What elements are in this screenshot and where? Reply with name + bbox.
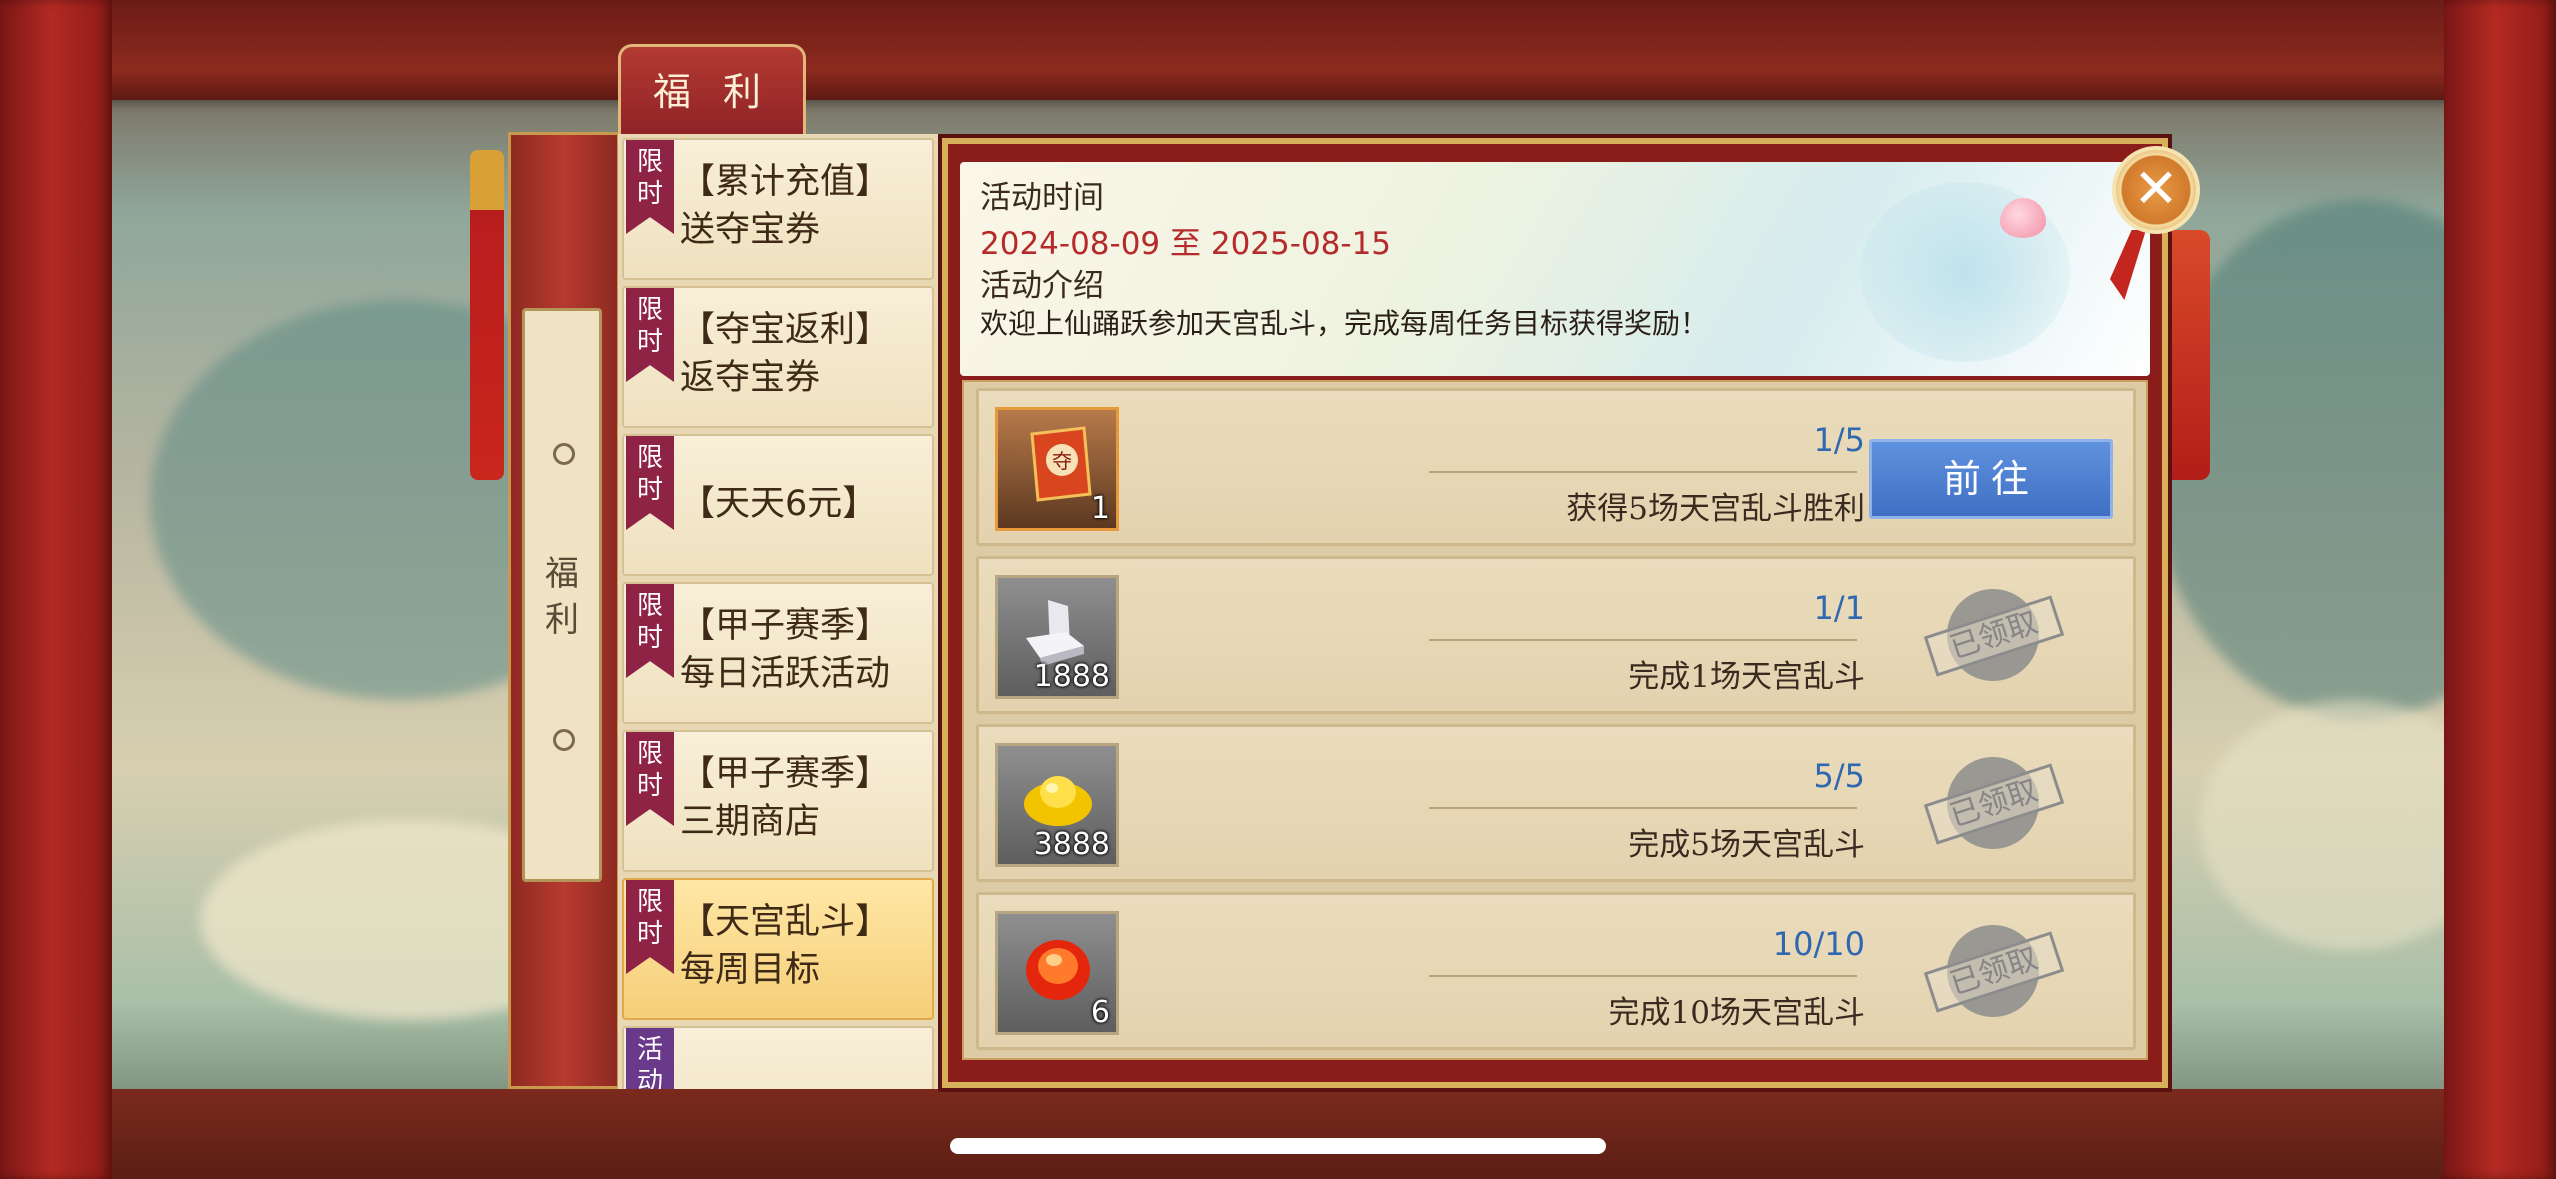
scroll-knot-icon bbox=[553, 729, 575, 751]
lantern-tassel-decoration bbox=[470, 150, 504, 480]
activity-title: 【夺宝返利】 返夺宝券 bbox=[680, 310, 891, 398]
tab-welfare[interactable]: 福 利 bbox=[618, 44, 806, 134]
reward-quantity: 6 bbox=[1090, 995, 1110, 1030]
limited-badge: 限 时 bbox=[626, 732, 674, 826]
divider bbox=[1429, 807, 1857, 809]
task-row: 6 10/10 完成10场天宫乱斗 已领取 bbox=[976, 892, 2136, 1050]
red-gem-icon bbox=[1026, 940, 1090, 1000]
claimed-stamp: 已领取 bbox=[1923, 753, 2077, 853]
task-list[interactable]: 夺 1 1/5 获得5场天宫乱斗胜利 前往 1888 1/1 完成1场天宫乱斗 … bbox=[962, 380, 2148, 1060]
left-pillar bbox=[0, 0, 112, 1179]
floor bbox=[0, 1089, 2556, 1179]
task-description: 完成10场天宫乱斗 bbox=[1608, 995, 1865, 1031]
activity-list-item[interactable]: 限 时 【夺宝返利】 返夺宝券 bbox=[622, 286, 934, 428]
scroll-knot-icon bbox=[553, 443, 575, 465]
home-indicator[interactable] bbox=[950, 1138, 1606, 1154]
activity-title: 【甲子赛季】 每日活跃活动 bbox=[680, 606, 891, 694]
activity-list-item[interactable]: 活 动 bbox=[622, 1026, 934, 1089]
activity-intro-text: 欢迎上仙踊跃参加天宫乱斗，完成每周任务目标获得奖励！ bbox=[980, 307, 1709, 340]
activity-list-item[interactable]: 限 时 【累计充值】 送夺宝券 bbox=[622, 138, 934, 280]
reward-item[interactable]: 1888 bbox=[995, 575, 1119, 699]
limited-badge: 限 时 bbox=[626, 140, 674, 234]
activity-intro-label: 活动介绍 bbox=[980, 268, 1104, 304]
peach-decoration bbox=[2000, 198, 2046, 238]
welfare-side-scroll[interactable]: 福 利 bbox=[522, 308, 602, 882]
divider bbox=[1429, 639, 1857, 641]
roof-beam bbox=[0, 0, 2556, 100]
activity-list-item[interactable]: 限 时 【天天6元】 bbox=[622, 434, 934, 576]
activity-title: 【天天6元】 bbox=[680, 484, 878, 524]
lantern-decoration bbox=[2164, 230, 2210, 480]
task-row: 夺 1 1/5 获得5场天宫乱斗胜利 前往 bbox=[976, 388, 2136, 546]
right-pillar bbox=[2444, 0, 2556, 1179]
activity-list-item[interactable]: 限 时 【甲子赛季】 三期商店 bbox=[622, 730, 934, 872]
limited-badge: 限 时 bbox=[626, 288, 674, 382]
activity-date-range: 2024-08-09 至 2025-08-15 bbox=[980, 226, 1392, 262]
event-badge: 活 动 bbox=[626, 1028, 674, 1089]
side-scroll-label: 福 利 bbox=[545, 554, 579, 640]
limited-badge: 限 时 bbox=[626, 880, 674, 974]
reward-item[interactable]: 3888 bbox=[995, 743, 1119, 867]
claimed-stamp: 已领取 bbox=[1923, 585, 2077, 685]
activity-list-item-selected[interactable]: 限 时 【天宫乱斗】 每周目标 bbox=[622, 878, 934, 1020]
limited-badge: 限 时 bbox=[626, 584, 674, 678]
activity-time-label: 活动时间 bbox=[980, 180, 1104, 216]
close-button[interactable]: ✕ bbox=[2112, 146, 2200, 234]
reward-item[interactable]: 夺 1 bbox=[995, 407, 1119, 531]
reward-quantity: 3888 bbox=[1033, 827, 1110, 862]
close-icon: ✕ bbox=[2133, 157, 2179, 220]
claimed-stamp: 已领取 bbox=[1923, 921, 2077, 1021]
reward-item[interactable]: 6 bbox=[995, 911, 1119, 1035]
task-progress: 5/5 bbox=[1813, 757, 1866, 795]
activity-list[interactable]: 限 时 【累计充值】 送夺宝券 限 时 【夺宝返利】 返夺宝券 限 时 【天天6… bbox=[618, 134, 940, 1089]
activity-info: 活动时间 2024-08-09 至 2025-08-15 活动介绍 欢迎上仙踊跃… bbox=[960, 162, 2150, 376]
task-description: 完成1场天宫乱斗 bbox=[1628, 659, 1865, 695]
reward-quantity: 1 bbox=[1090, 491, 1110, 526]
activity-title: 【累计充值】 送夺宝券 bbox=[680, 162, 891, 250]
reward-quantity: 1888 bbox=[1033, 659, 1110, 694]
task-description: 完成5场天宫乱斗 bbox=[1628, 827, 1865, 863]
task-row: 1888 1/1 完成1场天宫乱斗 已领取 bbox=[976, 556, 2136, 714]
activity-title: 【甲子赛季】 三期商店 bbox=[680, 754, 891, 842]
task-progress: 10/10 bbox=[1772, 925, 1865, 963]
task-progress: 1/5 bbox=[1813, 421, 1866, 459]
limited-badge: 限 时 bbox=[626, 436, 674, 530]
task-row: 3888 5/5 完成5场天宫乱斗 已领取 bbox=[976, 724, 2136, 882]
go-button[interactable]: 前往 bbox=[1869, 439, 2113, 519]
task-progress: 1/1 bbox=[1813, 589, 1866, 627]
seize-ticket-icon: 夺 bbox=[1030, 426, 1092, 502]
svg-text:夺: 夺 bbox=[1052, 449, 1072, 473]
divider bbox=[1429, 975, 1857, 977]
divider bbox=[1429, 471, 1857, 473]
task-description: 获得5场天宫乱斗胜利 bbox=[1566, 491, 1865, 527]
activity-list-item[interactable]: 限 时 【甲子赛季】 每日活跃活动 bbox=[622, 582, 934, 724]
activity-title: 【天宫乱斗】 每周目标 bbox=[680, 902, 891, 990]
